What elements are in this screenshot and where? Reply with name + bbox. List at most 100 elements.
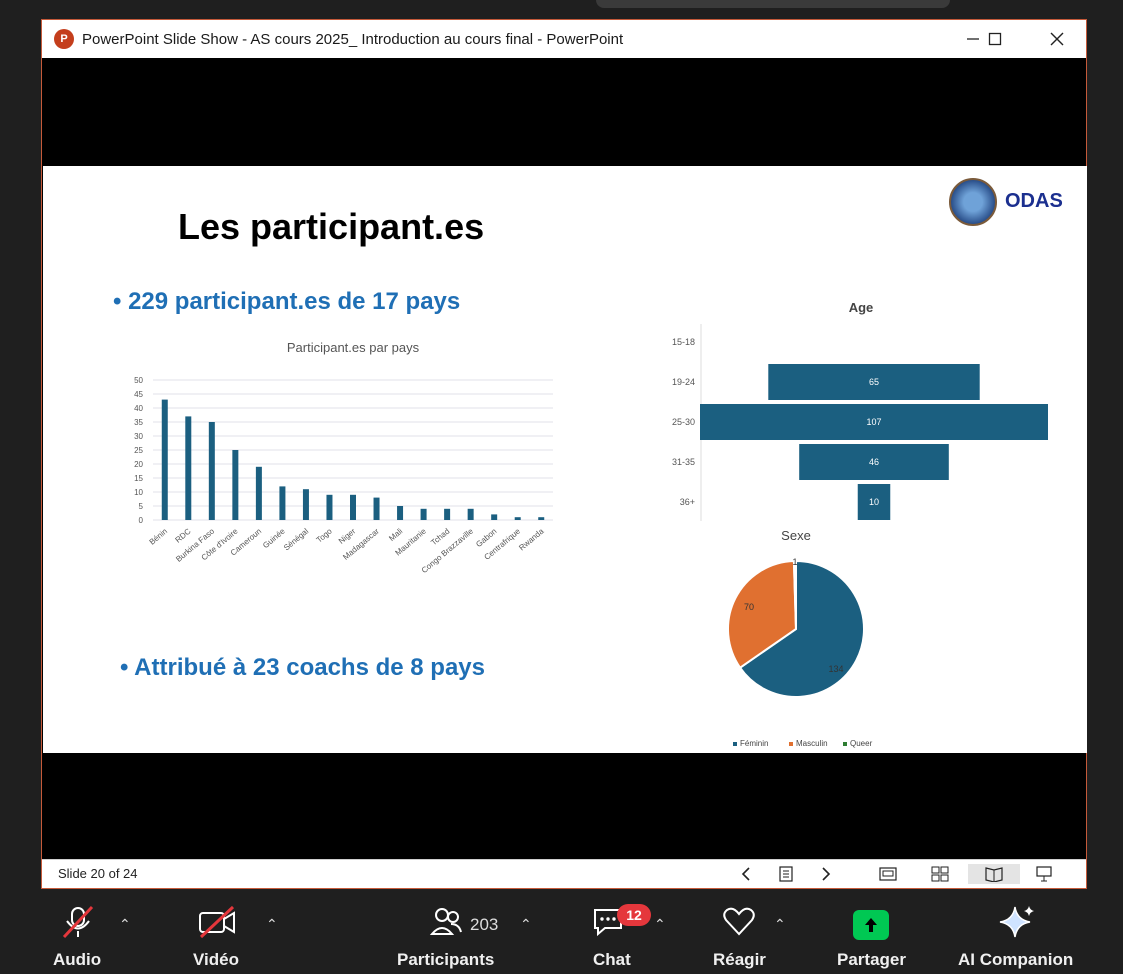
grid-view-icon (931, 866, 949, 882)
slide-number: Slide 20 of 24 (58, 866, 138, 881)
y-tick-label: 10 (134, 488, 143, 497)
legend-label: Queer (850, 739, 873, 748)
y-tick-label: 36+ (680, 497, 695, 507)
y-tick-label: 50 (134, 376, 143, 385)
bar-tchad (444, 508, 451, 520)
chat-options-icon[interactable]: ⌃ (654, 916, 666, 933)
bar-c-te-d-ivoire (232, 450, 239, 520)
legend-swatch (789, 742, 793, 746)
data-label: 65 (869, 377, 879, 387)
sparkle-icon (999, 906, 1034, 938)
slide-title: Les participant.es (178, 206, 485, 247)
chevron-left-icon (741, 867, 750, 881)
chat-unread-badge: 12 (617, 904, 651, 926)
reading-view-icon (985, 867, 1003, 882)
y-tick-label: 30 (134, 432, 143, 441)
y-tick-label: 20 (134, 460, 143, 469)
window-title: PowerPoint Slide Show - AS cours 2025_ I… (82, 31, 624, 48)
meeting-toolbar: Audio ⌃ Vidéo ⌃ 203 Participants ⌃ Chat … (0, 890, 1123, 974)
slideshow-view-button[interactable] (1032, 864, 1056, 884)
data-label: 134 (828, 664, 843, 674)
x-tick-label: Bénin (148, 527, 169, 547)
bar-mali (397, 506, 404, 520)
chart-title: Participant.es par pays (287, 340, 420, 355)
microphone-muted-icon (62, 905, 94, 939)
slide: Les participant.es ODAS • 229 participan… (43, 166, 1087, 753)
powerpoint-window: P PowerPoint Slide Show - AS cours 2025_… (41, 19, 1087, 889)
legend-label: Féminin (740, 739, 768, 748)
chart-title: Sexe (781, 528, 811, 543)
audio-options-icon[interactable]: ⌃ (119, 916, 131, 933)
reading-view-button[interactable] (968, 864, 1020, 884)
y-tick-label: 31-35 (672, 457, 695, 467)
bar-b-nin (161, 399, 168, 520)
participants-button[interactable] (429, 904, 463, 943)
close-button[interactable] (1034, 26, 1080, 52)
y-tick-label: 15-18 (672, 337, 695, 347)
participants-label: Participants (397, 950, 495, 969)
normal-view-button[interactable] (876, 864, 900, 884)
participants-count: 203 (470, 915, 499, 934)
video-button[interactable] (197, 904, 239, 945)
age-chart: Age 15-18 19-24 65 25-30 107 31-35 46 36+ 10 (672, 300, 1048, 521)
bar-s-n-gal (302, 489, 309, 520)
data-label: 70 (744, 602, 754, 612)
top-pill (596, 0, 950, 8)
normal-view-icon (879, 867, 897, 881)
x-tick-label: Rwanda (517, 526, 546, 552)
share-arrow-icon (865, 918, 877, 932)
university-seal-logo (949, 178, 997, 226)
y-tick-label: 40 (134, 404, 143, 413)
grid-view-button[interactable] (928, 864, 952, 884)
react-label: Réagir (713, 950, 766, 969)
maximize-button[interactable] (972, 26, 1018, 52)
ai-companion-label: AI Companion (958, 950, 1074, 969)
y-tick-label: 25 (134, 446, 143, 455)
notes-icon (779, 866, 793, 882)
bar-togo (326, 494, 333, 520)
chat-label: Chat (593, 950, 631, 969)
video-options-icon[interactable]: ⌃ (266, 916, 278, 933)
next-slide-button[interactable] (814, 864, 838, 884)
window-titlebar: P PowerPoint Slide Show - AS cours 2025_… (42, 20, 1086, 58)
bullet-participants: • 229 participant.es de 17 pays (113, 288, 461, 315)
bullet-coachs: • Attribué à 23 coachs de 8 pays (120, 654, 485, 681)
bar-mauritanie (420, 508, 427, 520)
y-tick-label: 0 (139, 516, 144, 525)
bar-congo-brazzaville (467, 508, 474, 520)
status-bar: Slide 20 of 24 (42, 859, 1086, 888)
legend-swatch (733, 742, 737, 746)
close-icon (1050, 32, 1064, 46)
slide-sorter-button[interactable] (774, 864, 798, 884)
participants-options-icon[interactable]: ⌃ (520, 916, 532, 933)
audio-label: Audio (53, 950, 102, 969)
bar-centrafrique (514, 517, 521, 520)
sex-chart: Sexe 134 70 1 Féminin Masculin Queer (727, 528, 873, 748)
ai-companion-button[interactable] (997, 904, 1037, 945)
x-tick-label: Sénégal (282, 526, 310, 552)
chart-title: Age (849, 300, 874, 315)
bar-niger (350, 494, 356, 520)
data-label: 10 (869, 497, 879, 507)
share-label: Partager (837, 950, 906, 969)
previous-slide-button[interactable] (734, 864, 758, 884)
bar-rwanda (538, 517, 545, 520)
y-tick-label: 5 (139, 502, 144, 511)
audio-button[interactable] (58, 904, 98, 945)
bar-rdc (185, 416, 192, 520)
x-tick-label: RDC (174, 527, 193, 545)
react-button[interactable] (721, 904, 757, 943)
x-tick-label: Togo (315, 526, 334, 544)
react-options-icon[interactable]: ⌃ (774, 916, 786, 933)
data-label: 1 (792, 557, 797, 567)
bar-madagascar (373, 497, 380, 520)
bar-burkina-faso (208, 422, 215, 520)
bar-cameroun (255, 466, 262, 520)
bar-gabon (491, 514, 498, 520)
presentation-icon (1036, 866, 1052, 882)
share-button[interactable] (853, 910, 889, 940)
powerpoint-icon: P (54, 29, 74, 49)
maximize-icon (988, 32, 1002, 46)
bar-guin-e (279, 486, 286, 520)
legend-label: Masculin (796, 739, 828, 748)
